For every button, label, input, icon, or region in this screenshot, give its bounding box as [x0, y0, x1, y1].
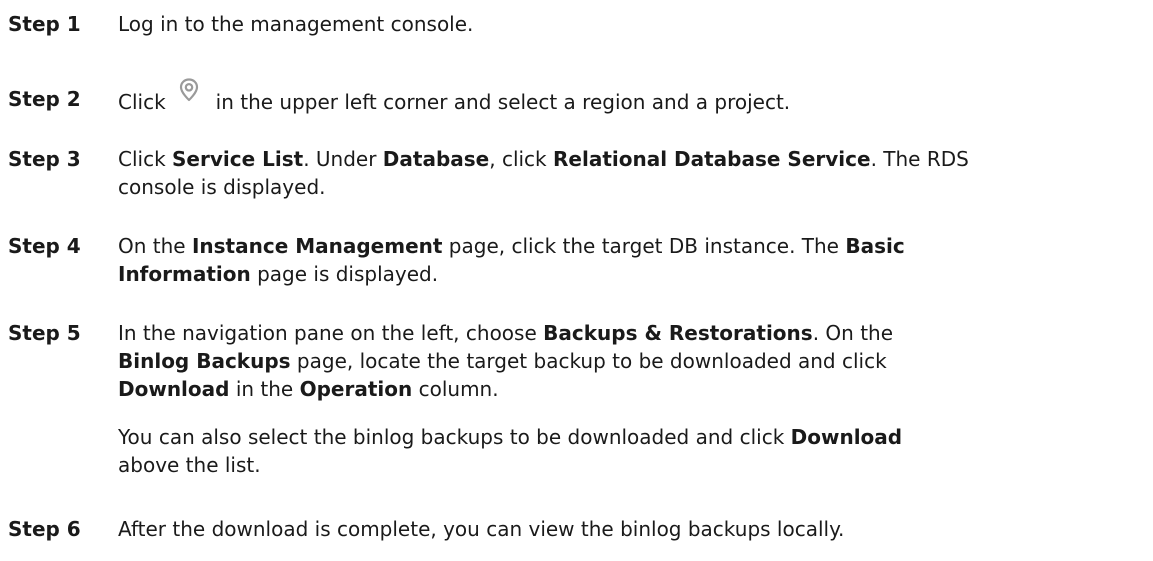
step-label: Step 4 — [8, 234, 81, 258]
step-5-line-1: In the navigation pane on the left, choo… — [118, 321, 894, 345]
step-5-note-line-2: above the list. — [118, 453, 261, 477]
step-1-text: Log in to the management console. — [118, 12, 474, 36]
basic-term: Basic — [845, 234, 905, 258]
step-5-line-3: Download in the Operation column. — [118, 377, 499, 401]
step-4-line-2: Information page is displayed. — [118, 262, 439, 286]
step-text: Click in the upper left corner and selec… — [118, 78, 1148, 116]
step-5-line-2: Binlog Backups page, locate the target b… — [118, 349, 887, 373]
step-2-text-after: in the upper left corner and select a re… — [215, 90, 791, 114]
step-3-line-1: Click Service List. Under Database, clic… — [118, 147, 969, 171]
step-text: After the download is complete, you can … — [118, 515, 1148, 543]
instance-management-term: Instance Management — [191, 234, 443, 258]
procedure-steps: Step 1 Log in to the management console.… — [0, 0, 1153, 561]
backups-restorations-term: Backups & Restorations — [543, 321, 813, 345]
step-text: In the navigation pane on the left, choo… — [118, 319, 1148, 479]
step-label: Step 6 — [8, 517, 81, 541]
step-text: Log in to the management console. — [118, 10, 1148, 38]
database-term: Database — [382, 147, 490, 171]
service-list-term: Service List — [172, 147, 304, 171]
step-label: Step 2 — [8, 87, 81, 111]
step-6-text: After the download is complete, you can … — [118, 517, 845, 541]
step-text: On the Instance Management page, click t… — [118, 232, 1148, 288]
step-2-text-before: Click — [118, 90, 166, 114]
rds-term: Relational Database Service — [553, 147, 871, 171]
download-term: Download — [118, 377, 230, 401]
step-label: Step 1 — [8, 12, 81, 36]
step-label: Step 3 — [8, 147, 81, 171]
operation-term: Operation — [299, 377, 413, 401]
step-text: Click Service List. Under Database, clic… — [118, 145, 1148, 201]
step-3-line-2: console is displayed. — [118, 175, 326, 199]
binlog-backups-term: Binlog Backups — [118, 349, 291, 373]
step-4-line-1: On the Instance Management page, click t… — [118, 234, 905, 258]
step-5-note-line-1: You can also select the binlog backups t… — [118, 425, 903, 449]
step-label: Step 5 — [8, 321, 81, 345]
location-pin-icon — [176, 77, 202, 103]
download-term: Download — [790, 425, 903, 449]
information-term: Information — [118, 262, 251, 286]
